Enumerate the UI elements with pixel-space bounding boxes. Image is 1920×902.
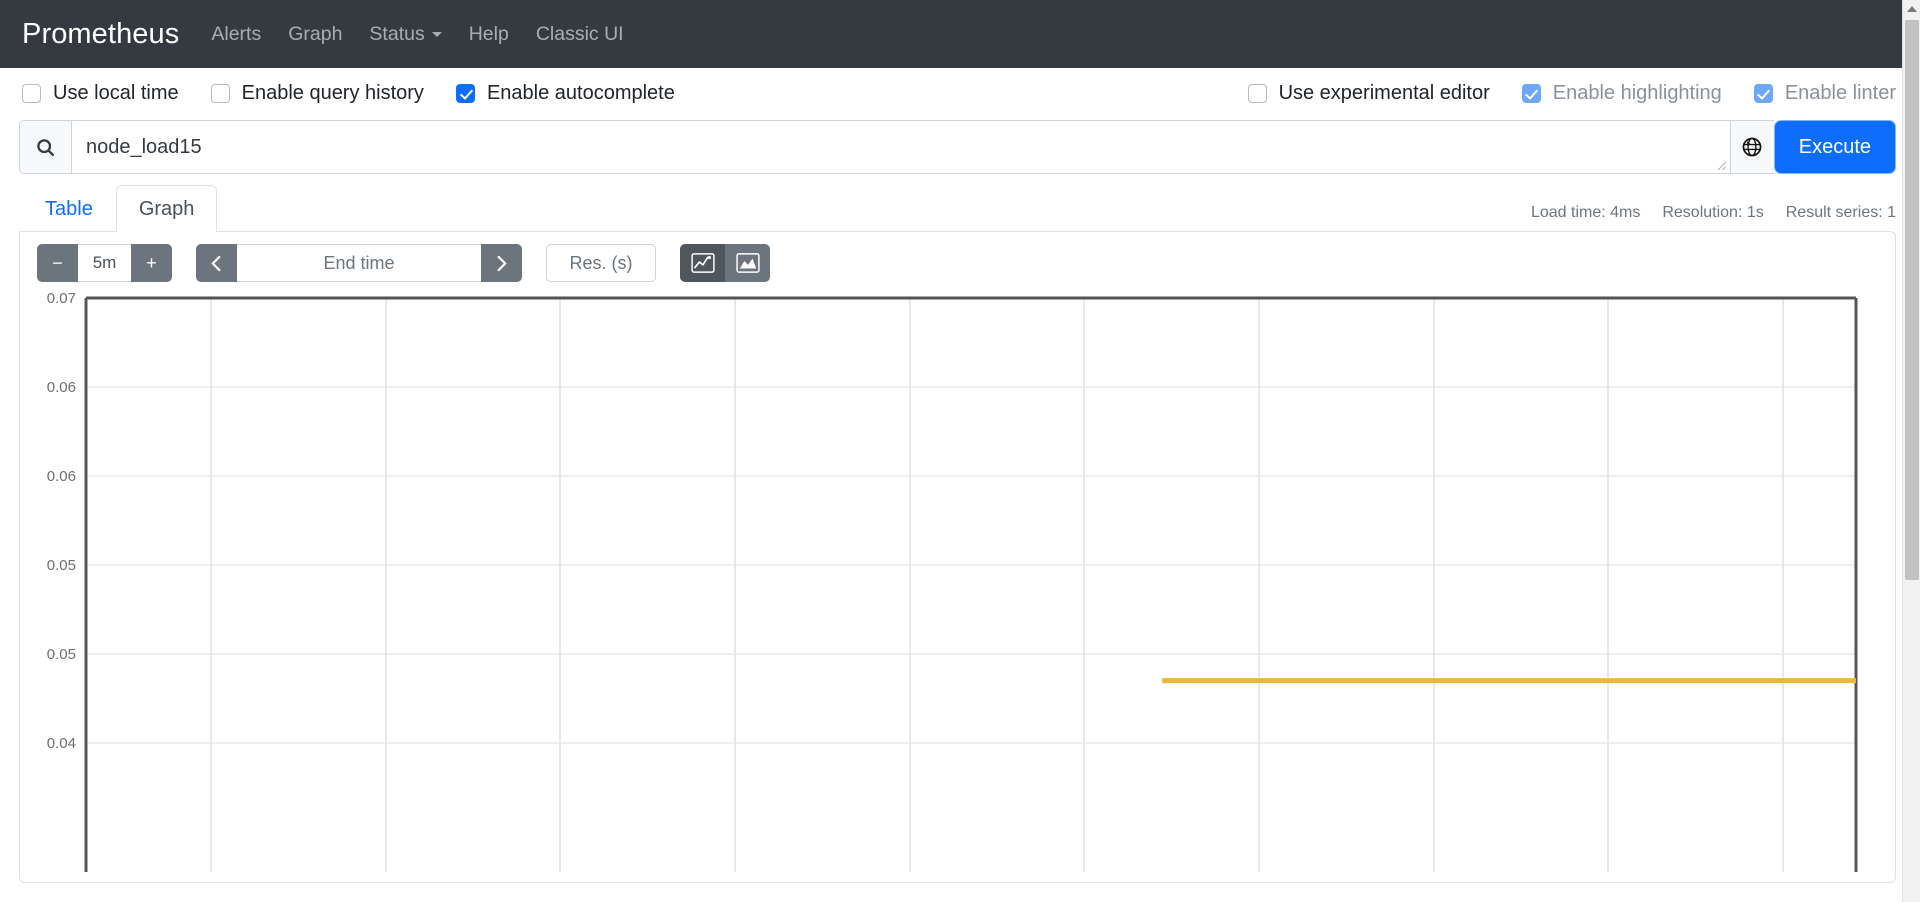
checkbox-enable-highlighting[interactable]: Enable highlighting bbox=[1521, 81, 1722, 105]
execute-button[interactable]: Execute bbox=[1774, 121, 1895, 173]
checkbox-use-local-time-box[interactable] bbox=[22, 83, 41, 103]
brand-logo[interactable]: Prometheus bbox=[22, 18, 179, 51]
checkbox-enable-linter[interactable]: Enable linter bbox=[1753, 81, 1896, 105]
decrease-range-button[interactable]: − bbox=[37, 244, 78, 282]
nav-link-alerts-label: Alerts bbox=[211, 22, 262, 45]
nav-link-classic-ui-label: Classic UI bbox=[535, 22, 624, 45]
y-tick-label: 0.05 bbox=[47, 557, 76, 574]
options-right-group: Use experimental editor Enable highlight… bbox=[1247, 81, 1896, 105]
query-row: node_load15 Execute bbox=[0, 120, 1920, 174]
options-left-group: Use local time Enable query history Enab… bbox=[22, 82, 675, 105]
checkbox-enable-highlighting-box[interactable] bbox=[1521, 83, 1541, 103]
chart-type-group bbox=[680, 244, 770, 282]
result-series-text: Result series: 1 bbox=[1785, 204, 1896, 221]
next-time-button[interactable] bbox=[481, 244, 522, 282]
top-navbar: Prometheus Alerts Graph Status Help Clas… bbox=[0, 0, 1920, 68]
increase-range-button[interactable]: + bbox=[131, 244, 172, 282]
checkbox-enable-autocomplete-label: Enable autocomplete bbox=[486, 81, 675, 104]
checkbox-enable-query-history-label: Enable query history bbox=[241, 81, 424, 104]
query-input-group: node_load15 bbox=[19, 120, 1730, 174]
end-time-input[interactable]: End time bbox=[237, 244, 481, 282]
scroll-up-arrow-icon[interactable] bbox=[1903, 0, 1920, 18]
tabs-row: Table Graph Load time: 4ms Resolution: 1… bbox=[0, 180, 1920, 232]
load-time-text: Load time: 4ms bbox=[1530, 204, 1641, 221]
y-tick-label: 0.04 bbox=[47, 735, 76, 752]
page-scrollbar[interactable] bbox=[1902, 0, 1920, 902]
nav-link-graph[interactable]: Graph bbox=[288, 23, 342, 46]
y-tick-label: 0.06 bbox=[47, 379, 76, 396]
nav-link-classic-ui[interactable]: Classic UI bbox=[536, 23, 624, 46]
nav-link-help[interactable]: Help bbox=[469, 23, 509, 46]
tab-graph[interactable]: Graph bbox=[115, 185, 218, 232]
expression-input-value: node_load15 bbox=[86, 135, 202, 158]
checkbox-enable-linter-box[interactable] bbox=[1753, 83, 1773, 103]
resolution-text: Resolution: 1s bbox=[1662, 204, 1764, 221]
checkbox-enable-linter-label: Enable linter bbox=[1784, 81, 1896, 104]
checkbox-enable-query-history[interactable]: Enable query history bbox=[210, 81, 424, 105]
query-stats: Load time: 4ms Resolution: 1s Result ser… bbox=[1531, 204, 1896, 232]
checkbox-use-experimental-editor-label: Use experimental editor bbox=[1278, 81, 1490, 104]
graph-controls: − 5m + End time Res. (s) bbox=[20, 232, 1895, 282]
resolution-group: Res. (s) bbox=[546, 244, 656, 282]
range-input[interactable]: 5m bbox=[78, 244, 131, 282]
execute-button-focus-ring: Execute bbox=[1773, 120, 1896, 174]
globe-icon bbox=[1742, 137, 1762, 157]
previous-time-button[interactable] bbox=[196, 244, 237, 282]
chart-plot-area[interactable]: 0.07 0.06 0.06 0.05 0.05 0.04 bbox=[20, 292, 1895, 872]
chevron-down-icon bbox=[431, 31, 442, 37]
nav-link-status[interactable]: Status bbox=[369, 22, 442, 46]
graph-panel: − 5m + End time Res. (s) 0.07 0.06 0.06 … bbox=[19, 231, 1896, 883]
line-chart-icon[interactable] bbox=[680, 244, 725, 282]
search-icon bbox=[20, 121, 72, 173]
chevron-left-icon bbox=[211, 255, 221, 271]
checkbox-use-experimental-editor[interactable]: Use experimental editor bbox=[1247, 81, 1490, 105]
plot-background bbox=[86, 298, 1856, 872]
resize-grip-icon[interactable] bbox=[1714, 158, 1727, 171]
stacked-chart-icon[interactable] bbox=[725, 244, 770, 282]
expression-input[interactable]: node_load15 bbox=[72, 121, 1730, 173]
tab-table[interactable]: Table bbox=[22, 185, 116, 232]
y-tick-label: 0.06 bbox=[47, 468, 76, 485]
end-time-group: End time bbox=[196, 244, 522, 282]
metrics-explorer-button[interactable] bbox=[1729, 120, 1774, 174]
checkbox-enable-highlighting-label: Enable highlighting bbox=[1552, 81, 1722, 104]
y-tick-label: 0.05 bbox=[47, 646, 76, 663]
nav-link-graph-label: Graph bbox=[288, 22, 343, 45]
checkbox-enable-query-history-box[interactable] bbox=[210, 83, 230, 103]
nav-link-status-label: Status bbox=[369, 22, 425, 45]
options-row: Use local time Enable query history Enab… bbox=[0, 68, 1920, 118]
nav-link-help-label: Help bbox=[468, 22, 509, 45]
y-tick-label: 0.07 bbox=[47, 292, 76, 307]
resolution-input[interactable]: Res. (s) bbox=[546, 244, 656, 282]
checkbox-use-local-time[interactable]: Use local time bbox=[22, 82, 179, 105]
nav-link-alerts[interactable]: Alerts bbox=[211, 23, 261, 46]
chevron-right-icon bbox=[497, 255, 507, 271]
checkbox-enable-autocomplete-box[interactable] bbox=[455, 83, 475, 103]
scrollbar-thumb[interactable] bbox=[1905, 20, 1919, 580]
checkbox-use-experimental-editor-box[interactable] bbox=[1247, 83, 1267, 103]
chart-svg: 0.07 0.06 0.06 0.05 0.05 0.04 bbox=[47, 292, 1858, 872]
checkbox-use-local-time-label: Use local time bbox=[53, 81, 179, 104]
range-input-group: − 5m + bbox=[37, 244, 172, 282]
y-axis-tick-labels: 0.07 0.06 0.06 0.05 0.05 0.04 bbox=[47, 292, 76, 752]
checkbox-enable-autocomplete[interactable]: Enable autocomplete bbox=[455, 81, 675, 105]
